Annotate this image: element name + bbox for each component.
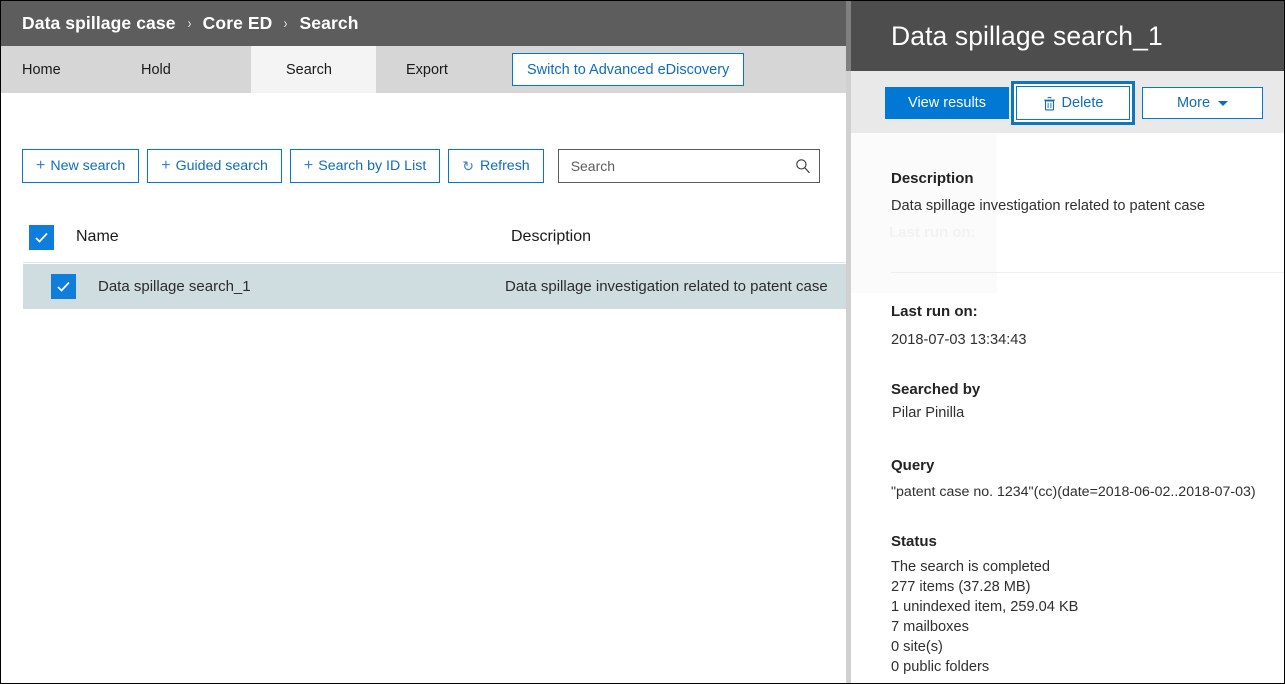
checkmark-icon	[35, 232, 48, 243]
view-results-label: View results	[908, 95, 986, 111]
table-row[interactable]: Data spillage search_1 Data spillage inv…	[23, 264, 846, 309]
more-label: More	[1176, 95, 1211, 111]
tab-export-label: Export	[406, 61, 448, 78]
details-panel: Data spillage search_1 View results Dele…	[851, 1, 1284, 683]
refresh-icon: ↻	[462, 158, 474, 174]
row-cell-description: Data spillage investigation related to p…	[505, 278, 828, 295]
breadcrumb-separator: ›	[187, 15, 192, 32]
tab-hold[interactable]: Hold	[126, 46, 251, 93]
trash-icon	[1043, 96, 1056, 111]
guided-search-label: Guided search	[175, 158, 268, 174]
new-search-button[interactable]: + New search	[22, 149, 140, 183]
status-line: 0 public folders	[891, 659, 990, 675]
tab-home[interactable]: Home	[1, 46, 126, 93]
command-bar-background	[1, 93, 846, 149]
status-lines: The search is completed 277 items (37.28…	[891, 557, 1078, 677]
ghost-text-artifact: Last run on:	[889, 224, 976, 241]
main-content-pane: Data spillage case › Core ED › Search Ho…	[1, 1, 846, 683]
delete-button[interactable]: Delete	[1016, 86, 1130, 120]
plus-icon: +	[161, 157, 171, 174]
searched-by-label: Searched by	[891, 381, 981, 398]
details-panel-body: Description Data spillage investigation …	[851, 133, 1284, 683]
description-label: Description	[891, 170, 974, 187]
search-by-id-list-button[interactable]: + Search by ID List	[289, 149, 441, 183]
plus-icon: +	[36, 157, 46, 174]
nav-tab-strip: Home Hold Search Export Switch to Advanc…	[1, 46, 846, 93]
details-section-divider	[891, 272, 1284, 273]
select-all-checkbox[interactable]	[29, 224, 54, 250]
status-line: 277 items (37.28 MB)	[891, 579, 1031, 595]
search-by-id-list-label: Search by ID List	[318, 158, 427, 174]
last-run-value: 2018-07-03 13:34:43	[891, 332, 1027, 348]
search-toolbar: + New search + Guided search + Search by…	[22, 149, 820, 183]
switch-to-advanced-ediscovery-label: Switch to Advanced eDiscovery	[527, 61, 730, 78]
plus-icon: +	[303, 157, 314, 174]
delete-label: Delete	[1061, 95, 1104, 111]
row-checkbox[interactable]	[51, 274, 76, 299]
status-line: 0 site(s)	[891, 639, 943, 655]
query-value: "patent case no. 1234"(cc)(date=2018-06-…	[891, 484, 1256, 500]
app-window: Data spillage case › Core ED › Search Ho…	[0, 0, 1285, 684]
checkmark-icon	[57, 281, 70, 292]
status-line: 7 mailboxes	[891, 619, 969, 635]
breadcrumb: Data spillage case › Core ED › Search	[1, 1, 846, 46]
more-button[interactable]: More	[1142, 87, 1263, 119]
tab-home-label: Home	[22, 61, 61, 78]
breadcrumb-item-core-ed[interactable]: Core ED	[203, 13, 273, 34]
search-input[interactable]	[568, 157, 795, 175]
query-label: Query	[891, 457, 935, 474]
searched-by-value: Pilar Pinilla	[892, 405, 965, 421]
view-results-button[interactable]: View results	[885, 87, 1009, 119]
refresh-button[interactable]: ↻ Refresh	[448, 149, 544, 183]
status-line: 1 unindexed item, 259.04 KB	[891, 599, 1079, 615]
last-run-label: Last run on:	[891, 303, 978, 320]
search-box[interactable]	[557, 149, 820, 183]
refresh-label: Refresh	[480, 158, 530, 174]
search-icon	[795, 159, 810, 174]
status-label: Status	[891, 533, 937, 550]
new-search-label: New search	[50, 158, 126, 174]
delete-button-focus-ring: Delete	[1011, 81, 1135, 125]
breadcrumb-item-search[interactable]: Search	[300, 13, 359, 34]
description-value: Data spillage investigation related to p…	[891, 198, 1205, 214]
list-header-row: Name Description	[1, 211, 846, 263]
column-header-description[interactable]: Description	[511, 228, 591, 246]
breadcrumb-separator: ›	[284, 15, 288, 32]
details-panel-header: Data spillage search_1	[851, 1, 1284, 71]
tab-search-label: Search	[286, 61, 332, 78]
tab-export[interactable]: Export	[376, 46, 501, 93]
list-header-separator	[23, 262, 846, 263]
switch-to-advanced-ediscovery-button[interactable]: Switch to Advanced eDiscovery	[512, 53, 745, 86]
details-action-bar: View results Delete More	[851, 71, 1284, 133]
column-header-name[interactable]: Name	[76, 228, 119, 246]
breadcrumb-item-case[interactable]: Data spillage case	[22, 13, 176, 34]
status-line: The search is completed	[891, 559, 1050, 575]
tab-search[interactable]: Search	[251, 46, 376, 93]
tab-hold-label: Hold	[141, 61, 171, 78]
chevron-down-icon	[1218, 100, 1229, 106]
row-cell-name: Data spillage search_1	[98, 278, 251, 295]
page-title: Data spillage search_1	[891, 20, 1163, 51]
guided-search-button[interactable]: + Guided search	[147, 149, 282, 183]
